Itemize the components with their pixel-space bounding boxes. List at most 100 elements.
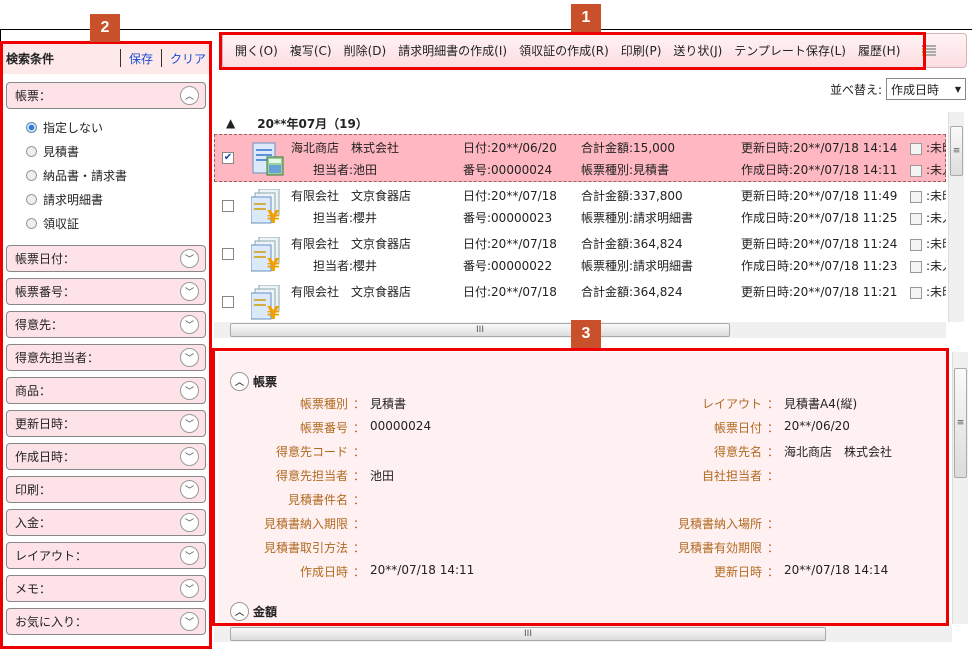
filter-item[interactable]: 商品： ﹀ [6, 377, 206, 404]
detail-horizontal-scrollbar[interactable]: III [214, 626, 952, 642]
filter-item[interactable]: 帳票日付： ﹀ [6, 245, 206, 272]
chevron-down-icon[interactable]: ﹀ [180, 249, 199, 268]
print-checkbox[interactable] [910, 286, 922, 299]
chevron-down-icon[interactable]: ﹀ [180, 282, 199, 301]
row-checkbox[interactable] [222, 248, 234, 260]
filter-item[interactable]: レイアウト： ﹀ [6, 542, 206, 569]
payment-status[interactable]: :未入 [910, 209, 946, 226]
create-invoice-detail-button[interactable]: 請求明細書の作成(I) [398, 42, 507, 59]
radio-option[interactable]: 見積書 [26, 139, 210, 163]
print-status[interactable]: :未印 [910, 283, 946, 300]
chevron-down-icon[interactable]: ﹀ [180, 348, 199, 367]
list-row[interactable]: ✔ 海北商店 株式会社 担当者:池田 日付:20**/06/20 番号:00000024… [214, 134, 946, 182]
radio-icon[interactable] [26, 193, 37, 205]
detail-vertical-scrollbar[interactable]: ≡ [952, 352, 968, 624]
print-checkbox[interactable] [910, 190, 922, 203]
search-header: 検索条件 保存 クリア [2, 42, 210, 74]
filter-item[interactable]: 得意先： ﹀ [6, 311, 206, 338]
radio-icon[interactable] [26, 145, 37, 157]
filter-item[interactable]: 得意先担当者： ﹀ [6, 344, 206, 371]
print-status[interactable]: :未印 [910, 187, 946, 204]
doc-number: 番号:00000022 [463, 259, 553, 273]
payment-checkbox[interactable] [910, 164, 922, 177]
chevron-down-icon[interactable]: ﹀ [180, 381, 199, 400]
radio-label: 請求明細書 [43, 192, 104, 207]
save-template-button[interactable]: テンプレート保存(L) [734, 42, 846, 59]
payment-checkbox[interactable] [910, 212, 922, 225]
colon: ： [352, 541, 365, 555]
delete-button[interactable]: 削除(D) [344, 42, 387, 59]
chevron-down-icon[interactable]: ﹀ [180, 315, 199, 334]
field-value: 池田 [370, 469, 395, 483]
row-checkbox[interactable] [222, 296, 234, 308]
payment-status[interactable]: :未入 [910, 257, 946, 274]
scroll-thumb[interactable]: ≡ [950, 126, 963, 176]
chevron-up-icon[interactable]: ︿ [180, 86, 199, 105]
chevron-down-icon[interactable]: ﹀ [180, 414, 199, 433]
radio-selected-icon[interactable] [26, 121, 37, 133]
chevron-up-icon[interactable]: ︿ [230, 602, 249, 621]
field-label: 帳票日付 [713, 421, 762, 435]
list-row[interactable]: ¥ 有限会社 文京食器店 日付:20**/07/18 合計金額:364,824 更新日時… [214, 278, 946, 322]
filter-item[interactable]: 印刷： ﹀ [6, 476, 206, 503]
radio-option[interactable]: 請求明細書 [26, 187, 210, 211]
colon: ： [766, 469, 779, 483]
collapse-triangle-icon[interactable]: ▲ [226, 116, 235, 130]
scroll-thumb[interactable]: III [230, 323, 730, 337]
list-row[interactable]: ¥ 有限会社 文京食器店 担当者:櫻井 日付:20**/07/18 番号:0000002… [214, 182, 946, 230]
payment-status[interactable]: :未入 [910, 161, 946, 178]
chevron-up-icon[interactable]: ︿ [230, 372, 249, 391]
group-header[interactable]: ▲ 20**年07月（19） [214, 112, 946, 134]
radio-option[interactable]: 領収証 [26, 211, 210, 235]
section-header-amount[interactable]: ︿ 金額 [230, 602, 277, 621]
copy-button[interactable]: 複写(C) [290, 42, 332, 59]
list-row[interactable]: ¥ 有限会社 文京食器店 担当者:櫻井 日付:20**/07/18 番号:0000002… [214, 230, 946, 278]
clear-link[interactable]: クリア [170, 50, 206, 67]
sort-select[interactable]: 作成日時 ▼ [886, 78, 966, 100]
chevron-down-icon[interactable]: ﹀ [180, 579, 199, 598]
scroll-thumb[interactable]: III [230, 627, 826, 641]
filter-item[interactable]: 入金： ﹀ [6, 509, 206, 536]
payment-checkbox[interactable] [910, 260, 922, 273]
field-value: 見積書 [370, 397, 407, 411]
print-checkbox[interactable] [910, 142, 922, 155]
payment-status-label: :未入 [926, 163, 946, 177]
filter-item[interactable]: 更新日時： ﹀ [6, 410, 206, 437]
scroll-thumb[interactable]: ≡ [954, 368, 967, 478]
radio-option[interactable]: 納品書・請求書 [26, 163, 210, 187]
print-status[interactable]: :未印 [910, 235, 946, 252]
row-checkbox[interactable]: ✔ [222, 152, 234, 164]
filter-item[interactable]: メモ： ﹀ [6, 575, 206, 602]
radio-option[interactable]: 指定しない [26, 115, 210, 139]
radio-icon[interactable] [26, 217, 37, 229]
history-button[interactable]: 履歴(H) [858, 42, 900, 59]
field-label: 帳票種別 [299, 397, 348, 411]
print-button[interactable]: 印刷(P) [621, 42, 662, 59]
filter-item[interactable]: 帳票番号： ﹀ [6, 278, 206, 305]
print-checkbox[interactable] [910, 238, 922, 251]
group-label: 20**年07月（19） [257, 116, 368, 131]
filter-item[interactable]: 作成日時： ﹀ [6, 443, 206, 470]
save-link[interactable]: 保存 [129, 50, 153, 67]
chevron-down-icon[interactable]: ﹀ [180, 447, 199, 466]
open-button[interactable]: 開く(O) [235, 42, 278, 59]
chevron-down-icon[interactable]: ﹀ [180, 513, 199, 532]
field-value: 海北商店 株式会社 [784, 445, 893, 459]
filter-label: 得意先担当者： [15, 351, 100, 365]
create-receipt-button[interactable]: 領収証の作成(R) [519, 42, 609, 59]
list-view-icon[interactable] [922, 44, 937, 57]
chevron-down-icon[interactable]: ﹀ [180, 546, 199, 565]
chevron-down-icon[interactable]: ﹀ [180, 480, 199, 499]
section-header-document[interactable]: ︿ 帳票 [230, 372, 277, 391]
radio-icon[interactable] [26, 169, 37, 181]
shipping-label-button[interactable]: 送り状(J) [673, 42, 722, 59]
print-status[interactable]: :未印 [910, 139, 946, 156]
created-at: 作成日時:20**/07/18 11:25 [741, 211, 898, 225]
filter-doc-type[interactable]: 帳票： ︿ [6, 82, 206, 109]
field-label: 作成日時 [299, 565, 348, 579]
list-vertical-scrollbar[interactable]: ≡ [948, 112, 964, 322]
row-checkbox[interactable] [222, 200, 234, 212]
chevron-down-icon[interactable]: ﹀ [180, 612, 199, 631]
filter-item[interactable]: お気に入り： ﹀ [6, 608, 206, 635]
detail-field: 得意先コード ： [218, 443, 370, 460]
